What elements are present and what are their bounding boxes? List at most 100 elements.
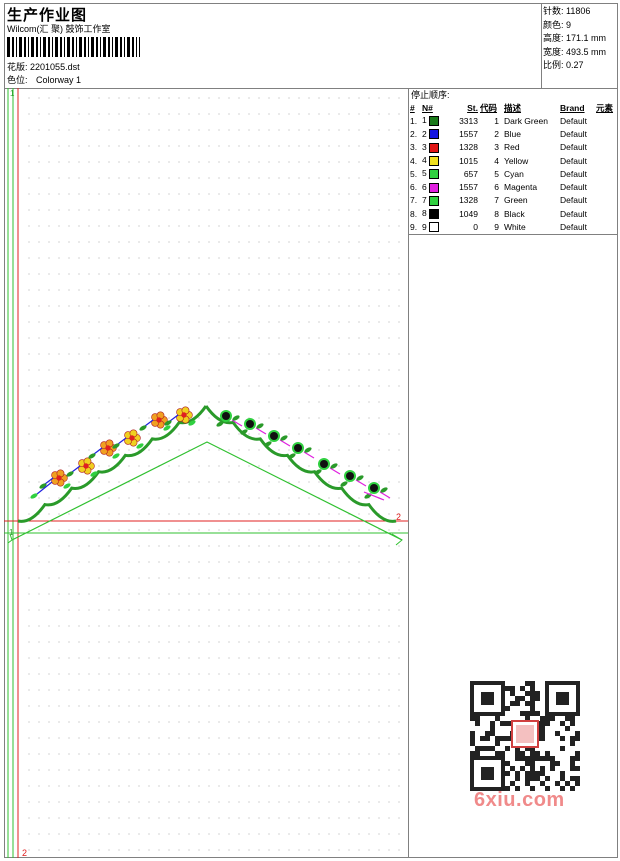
color-swatch: [429, 222, 440, 233]
watermark-text: 6xiu.com: [474, 789, 565, 811]
row-n: 4: [421, 154, 447, 167]
row-desc: Magenta: [504, 182, 538, 193]
row-brand: Default: [560, 115, 587, 126]
col-stitches: St.: [467, 102, 478, 113]
row-element: [595, 154, 617, 167]
row-stitches: 657: [463, 168, 478, 179]
row-index: 3.: [410, 142, 418, 153]
row-n: 6: [421, 180, 447, 193]
qr-code: [470, 681, 580, 791]
row-index: 8.: [410, 208, 418, 219]
stat-scale: 比例: 0.27: [543, 60, 584, 70]
col-element: 元素: [596, 102, 614, 113]
row-stitches: 1328: [459, 195, 478, 206]
design-label: 花版:: [7, 62, 28, 72]
company-name: Wilcom(汇 聚) 鼓饰工作室: [7, 24, 111, 34]
stats-divider: [541, 3, 542, 88]
color-swatch: [429, 155, 440, 166]
sequence-row: 9. 9 0 9 White Default: [409, 220, 617, 233]
row-code: 5: [494, 168, 499, 179]
color-swatch: [429, 195, 440, 206]
row-element: [595, 127, 617, 140]
row-element: [595, 207, 617, 220]
row-stitches: 1328: [459, 142, 478, 153]
row-n: 7: [421, 194, 447, 207]
row-desc: Dark Green: [504, 115, 548, 126]
row-code: 4: [494, 155, 499, 166]
row-n: 1: [421, 114, 447, 127]
row-element: [595, 167, 617, 180]
row-desc: Yellow: [504, 155, 529, 166]
row-brand: Default: [560, 222, 587, 233]
row-brand: Default: [560, 155, 587, 166]
col-n: N#: [422, 102, 433, 113]
colorway-value: Colorway 1: [36, 75, 82, 85]
row-element: [595, 114, 617, 127]
row-index: 6.: [410, 182, 418, 193]
col-code: 代码: [480, 102, 498, 113]
row-desc: Cyan: [504, 168, 524, 179]
row-stitches: 0: [473, 222, 478, 233]
row-brand: Default: [560, 195, 587, 206]
row-index: 5.: [410, 168, 418, 179]
row-element: [595, 141, 617, 154]
sequence-row: 1. 1 3313 1 Dark Green Default: [409, 114, 617, 127]
row-n: 3: [421, 141, 447, 154]
col-index: #: [410, 102, 415, 113]
sequence-header-row: # N# St. 代码 描述 Brand 元素: [409, 101, 617, 114]
sequence-row: 5. 5 657 5 Cyan Default: [409, 167, 617, 180]
row-brand: Default: [560, 142, 587, 153]
row-code: 3: [494, 142, 499, 153]
row-n: 2: [421, 127, 447, 140]
row-code: 6: [494, 182, 499, 193]
color-swatch: [429, 169, 440, 180]
design-file: 2201055.dst: [30, 62, 80, 72]
row-brand: Default: [560, 168, 587, 179]
color-swatch: [429, 182, 440, 193]
sequence-row: 4. 4 1015 4 Yellow Default: [409, 154, 617, 167]
row-element: [595, 220, 617, 233]
row-element: [595, 194, 617, 207]
sequence-row: 3. 3 1328 3 Red Default: [409, 141, 617, 154]
stat-stitches: 针数: 11806: [543, 6, 591, 16]
row-index: 2.: [410, 128, 418, 139]
row-code: 1: [494, 115, 499, 126]
row-desc: Green: [504, 195, 528, 206]
row-brand: Default: [560, 182, 587, 193]
row-stitches: 1557: [459, 182, 478, 193]
design-canvas: 2 2 1 1: [4, 88, 408, 858]
color-swatch: [429, 116, 440, 127]
row-brand: Default: [560, 128, 587, 139]
row-stitches: 3313: [459, 115, 478, 126]
sequence-table: # N# St. 代码 描述 Brand 元素 1. 1 3313 1 Dark Gr…: [409, 101, 617, 234]
row-desc: Red: [504, 142, 520, 153]
stat-width: 宽度: 493.5 mm: [543, 46, 607, 57]
row-stitches: 1015: [459, 155, 478, 166]
sequence-divider: [408, 234, 618, 235]
sequence-row: 2. 2 1557 2 Blue Default: [409, 127, 617, 140]
row-index: 4.: [410, 155, 418, 166]
row-desc: White: [504, 222, 526, 233]
row-code: 8: [494, 208, 499, 219]
row-stitches: 1049: [459, 208, 478, 219]
row-index: 7.: [410, 195, 418, 206]
barcode: [7, 37, 140, 57]
row-stitches: 1557: [459, 128, 478, 139]
col-desc: 描述: [504, 102, 522, 113]
color-swatch: [429, 129, 440, 140]
stat-colors: 颜色: 9: [543, 19, 572, 30]
marker-left: 1: [9, 528, 14, 537]
row-n: 5: [421, 167, 447, 180]
row-code: 7: [494, 195, 499, 206]
marker-right: 2: [396, 512, 401, 522]
sequence-row: 7. 7 1328 7 Green Default: [409, 194, 617, 207]
marker-bottom: 2: [22, 848, 27, 858]
marker-top-left: 1: [10, 89, 15, 98]
page-title: 生产作业图: [7, 7, 88, 24]
row-n: 8: [421, 207, 447, 220]
color-swatch: [429, 209, 440, 220]
design-row: 花版: 2201055.dst: [7, 61, 80, 73]
row-code: 9: [494, 222, 499, 233]
row-element: [595, 180, 617, 193]
col-brand: Brand: [560, 102, 585, 113]
